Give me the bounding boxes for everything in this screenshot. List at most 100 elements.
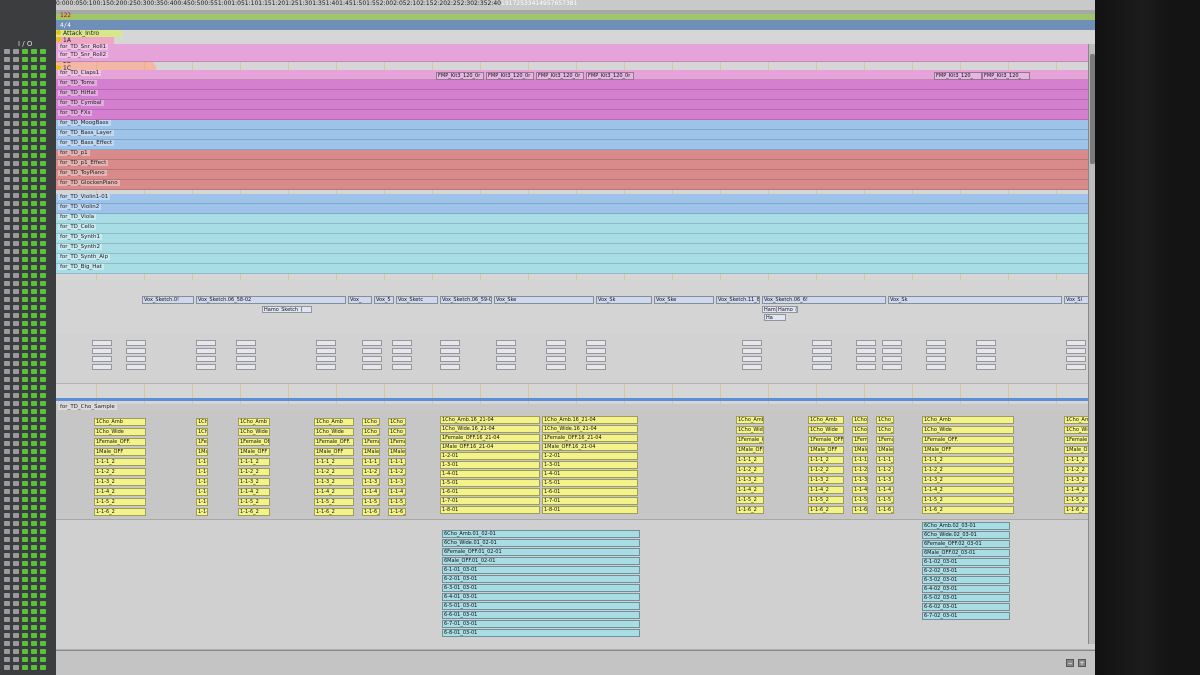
track-toggle-button[interactable] — [13, 641, 19, 646]
audio-clip[interactable]: 1-1-1_2 — [238, 458, 270, 466]
audio-clip[interactable]: 1Cho_Amb — [1064, 416, 1090, 424]
track-toggle-button[interactable] — [13, 473, 19, 478]
track-toggle-button[interactable] — [31, 57, 37, 62]
track-toggle-button[interactable] — [22, 577, 28, 582]
track-toggle-button[interactable] — [22, 193, 28, 198]
track-toggle-button[interactable] — [4, 457, 10, 462]
audio-clip[interactable] — [440, 356, 460, 362]
track-toggle-button[interactable] — [13, 257, 19, 262]
audio-clip[interactable]: 1Cho_Amb.16_21-04 — [440, 416, 540, 424]
track-toggle-button[interactable] — [40, 49, 46, 54]
track-toggle-button[interactable] — [4, 265, 10, 270]
track-toggle-button[interactable] — [31, 665, 37, 670]
audio-clip[interactable] — [742, 340, 762, 346]
track-toggle-button[interactable] — [31, 177, 37, 182]
edit-tracks-area[interactable]: for_TD_Snr_Roll1 for_TD_Snr_Roll2 for_TD_C… — [56, 44, 1095, 675]
track-toggle-button[interactable] — [22, 169, 28, 174]
track-toggle-button[interactable] — [31, 241, 37, 246]
audio-clip[interactable]: 6Cho_Amb.02_03-01 — [922, 522, 1010, 530]
audio-clip[interactable] — [586, 348, 606, 354]
track-toggle-button[interactable] — [4, 345, 10, 350]
track-toggle-button[interactable] — [4, 161, 10, 166]
audio-clip[interactable]: 1-3-01 — [542, 461, 638, 469]
track-toggle-button[interactable] — [31, 281, 37, 286]
audio-clip[interactable]: 1Cho_Amb — [876, 416, 894, 424]
track-toggle-button[interactable] — [13, 289, 19, 294]
audio-clip[interactable]: 1Female_OFF. — [388, 438, 406, 446]
track-toggle-button[interactable] — [31, 473, 37, 478]
track-toggle-button[interactable] — [13, 561, 19, 566]
track-toggle-button[interactable] — [22, 657, 28, 662]
track-toggle-button[interactable] — [40, 377, 46, 382]
audio-clip[interactable]: 1Male_OFF — [388, 448, 406, 456]
audio-clip[interactable]: 1Cho_Amb — [196, 418, 208, 426]
audio-clip[interactable]: Vox_Ske — [494, 296, 594, 304]
audio-clip[interactable]: 1Cho_Wide — [94, 428, 146, 436]
track-toggle-button[interactable] — [40, 361, 46, 366]
track-toggle-button[interactable] — [31, 137, 37, 142]
track-toggle-button[interactable] — [40, 425, 46, 430]
track-toggle-button[interactable] — [40, 73, 46, 78]
track-toggle-button[interactable] — [40, 345, 46, 350]
track-toggle-button[interactable] — [13, 177, 19, 182]
track-toggle-button[interactable] — [4, 121, 10, 126]
track-toggle-button[interactable] — [22, 217, 28, 222]
track-name[interactable]: for_TD_Toms — [58, 80, 97, 86]
audio-clip[interactable] — [126, 340, 146, 346]
track-toggle-button[interactable] — [4, 313, 10, 318]
audio-clip[interactable]: 1Female_OFF. — [852, 436, 868, 444]
audio-clip[interactable]: 1-1-3_2 — [852, 476, 868, 484]
track-toggle-button[interactable] — [13, 465, 19, 470]
track-toggle-button[interactable] — [4, 385, 10, 390]
audio-clip[interactable]: 1-1-6_2 — [238, 508, 270, 516]
track-toggle-button[interactable] — [22, 353, 28, 358]
track-toggle-button[interactable] — [40, 369, 46, 374]
track-toggle-button[interactable] — [4, 585, 10, 590]
audio-clip[interactable] — [586, 364, 606, 370]
audio-clip[interactable] — [812, 340, 832, 346]
track-toggle-button[interactable] — [22, 481, 28, 486]
track-toggle-button[interactable] — [22, 113, 28, 118]
audio-clip[interactable] — [392, 356, 412, 362]
track-toggle-button[interactable] — [4, 393, 10, 398]
track-toggle-button[interactable] — [40, 609, 46, 614]
track-toggle-button[interactable] — [22, 225, 28, 230]
track-toggle-button[interactable] — [4, 409, 10, 414]
track-toggle-button[interactable] — [4, 337, 10, 342]
track-toggle-button[interactable] — [22, 465, 28, 470]
track-toggle-button[interactable] — [40, 625, 46, 630]
audio-clip[interactable]: 1-2-01 — [440, 452, 540, 460]
audio-clip[interactable] — [926, 364, 946, 370]
track-lane[interactable]: for_TD_Violin1-01 — [56, 194, 1095, 204]
audio-clip[interactable]: 1-1-3_2 — [362, 478, 380, 486]
track-toggle-button[interactable] — [13, 129, 19, 134]
track-toggle-button[interactable] — [40, 385, 46, 390]
audio-clip[interactable]: 1-1-6_2 — [736, 506, 764, 514]
audio-clip[interactable]: 6-1-01_03-01 — [442, 566, 640, 574]
track-toggle-button[interactable] — [31, 209, 37, 214]
marker-ruler[interactable]: Attack_Intro1A2A1B2B1C2CVamp_2A2A2B3CInt… — [56, 30, 1095, 114]
audio-clip[interactable] — [812, 348, 832, 354]
audio-clip[interactable]: 1-1-1_2 — [736, 456, 764, 464]
track-toggle-button[interactable] — [31, 393, 37, 398]
audio-clip[interactable]: 1Male_OFF — [922, 446, 1014, 454]
audio-clip[interactable]: 1-1-6_2 — [314, 508, 354, 516]
audio-clip[interactable]: 1-1-2_2 — [736, 466, 764, 474]
track-toggle-button[interactable] — [40, 329, 46, 334]
audio-clip[interactable] — [126, 348, 146, 354]
track-name[interactable]: for_TD_Cymbal — [58, 100, 104, 106]
audio-clip[interactable]: 1-1-6_2 — [196, 508, 208, 516]
track-toggle-button[interactable] — [40, 649, 46, 654]
track-toggle-button[interactable] — [40, 337, 46, 342]
audio-clip[interactable]: 1-6-01 — [542, 488, 638, 496]
track-toggle-button[interactable] — [4, 401, 10, 406]
track-toggle-button[interactable] — [13, 297, 19, 302]
track-toggle-button[interactable] — [22, 137, 28, 142]
audio-clip[interactable]: 6Cho_Wide.01_02-01 — [442, 539, 640, 547]
track-toggle-button[interactable] — [31, 537, 37, 542]
track-toggle-button[interactable] — [40, 217, 46, 222]
track-toggle-button[interactable] — [13, 481, 19, 486]
track-toggle-button[interactable] — [31, 233, 37, 238]
track-toggle-button[interactable] — [40, 105, 46, 110]
track-toggle-button[interactable] — [31, 545, 37, 550]
